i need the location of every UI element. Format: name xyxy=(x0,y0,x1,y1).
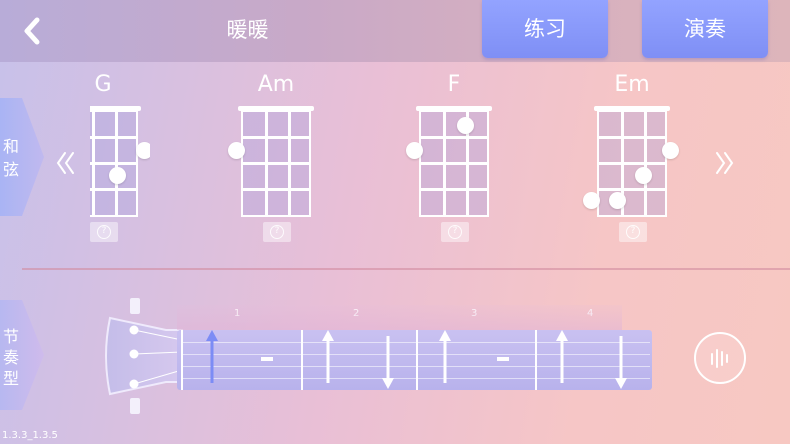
finger-dot xyxy=(406,142,423,159)
side-tab-chords[interactable]: 和 弦 xyxy=(0,98,44,216)
chord-help-button[interactable]: ? xyxy=(441,222,469,242)
side-char: 弦 xyxy=(2,160,19,179)
strum-up xyxy=(554,327,570,385)
section-divider xyxy=(22,268,790,270)
side-char: 和 xyxy=(2,137,19,156)
chord-name: Em xyxy=(614,72,650,97)
beat-divider xyxy=(535,330,537,390)
chord-fret xyxy=(597,136,667,139)
finger-dot xyxy=(457,117,474,134)
chord-name: Am xyxy=(257,72,295,97)
beat-divider xyxy=(181,330,183,390)
chord-card[interactable]: Am ? xyxy=(228,70,324,250)
chord-fret xyxy=(90,136,138,139)
chord-card[interactable]: Em ? xyxy=(583,70,680,250)
finger-dot xyxy=(609,192,626,209)
strum-up xyxy=(437,327,453,385)
next-chord-button[interactable] xyxy=(712,150,736,176)
chord-card[interactable]: F ? xyxy=(406,70,502,250)
song-title: 暖暖 xyxy=(226,18,269,42)
side-char: 型 xyxy=(2,369,19,388)
sound-button[interactable] xyxy=(694,332,746,384)
chord-fret xyxy=(241,136,311,139)
double-chevron-left-icon xyxy=(56,152,74,174)
beat-divider xyxy=(416,330,418,390)
chord-fret xyxy=(419,136,489,139)
finger-dot xyxy=(109,167,126,184)
side-char: 节 xyxy=(2,327,19,346)
chord-fret xyxy=(419,188,489,191)
chord-fret xyxy=(90,162,138,165)
question-icon: ? xyxy=(97,225,111,239)
strum-down xyxy=(613,334,629,392)
tab-practice[interactable]: 练习 xyxy=(482,0,608,58)
question-icon: ? xyxy=(448,225,462,239)
strum-pattern xyxy=(177,330,652,390)
strum-down xyxy=(380,334,396,392)
question-icon: ? xyxy=(626,225,640,239)
strum-down-active xyxy=(204,327,220,385)
chord-fret xyxy=(597,188,667,191)
version-label: 1.3.3_1.3.5 xyxy=(2,430,58,441)
ukulele-headstock xyxy=(96,296,186,416)
tab-perform[interactable]: 演奏 xyxy=(642,0,768,58)
back-button[interactable] xyxy=(18,14,50,48)
sound-wave-icon xyxy=(711,349,728,368)
chord-help-button[interactable]: ? xyxy=(90,222,118,242)
side-tab-rhythm[interactable]: 节 奏 型 xyxy=(0,300,44,410)
chord-name: G xyxy=(94,72,112,97)
chord-name: F xyxy=(447,72,461,97)
finger-dot xyxy=(583,192,600,209)
chord-fret xyxy=(90,188,138,191)
finger-dot xyxy=(662,142,679,159)
chord-viewport: G ? xyxy=(90,70,150,250)
finger-dot xyxy=(136,142,150,159)
finger-dot xyxy=(228,142,245,159)
prev-chord-button[interactable] xyxy=(54,150,78,176)
chord-fret xyxy=(241,162,311,165)
chord-fret xyxy=(241,188,311,191)
chord-card[interactable]: G ? xyxy=(90,70,150,250)
rest-dash xyxy=(261,357,273,361)
question-icon: ? xyxy=(270,225,284,239)
strum-up xyxy=(320,327,336,385)
chevron-left-icon xyxy=(24,17,40,45)
chord-fret xyxy=(419,162,489,165)
rest-dash xyxy=(497,357,509,361)
chord-help-button[interactable]: ? xyxy=(619,222,647,242)
finger-dot xyxy=(635,167,652,184)
chord-fret xyxy=(597,162,667,165)
side-char: 奏 xyxy=(2,348,19,367)
double-chevron-right-icon xyxy=(716,152,734,174)
chord-help-button[interactable]: ? xyxy=(263,222,291,242)
beat-divider xyxy=(301,330,303,390)
